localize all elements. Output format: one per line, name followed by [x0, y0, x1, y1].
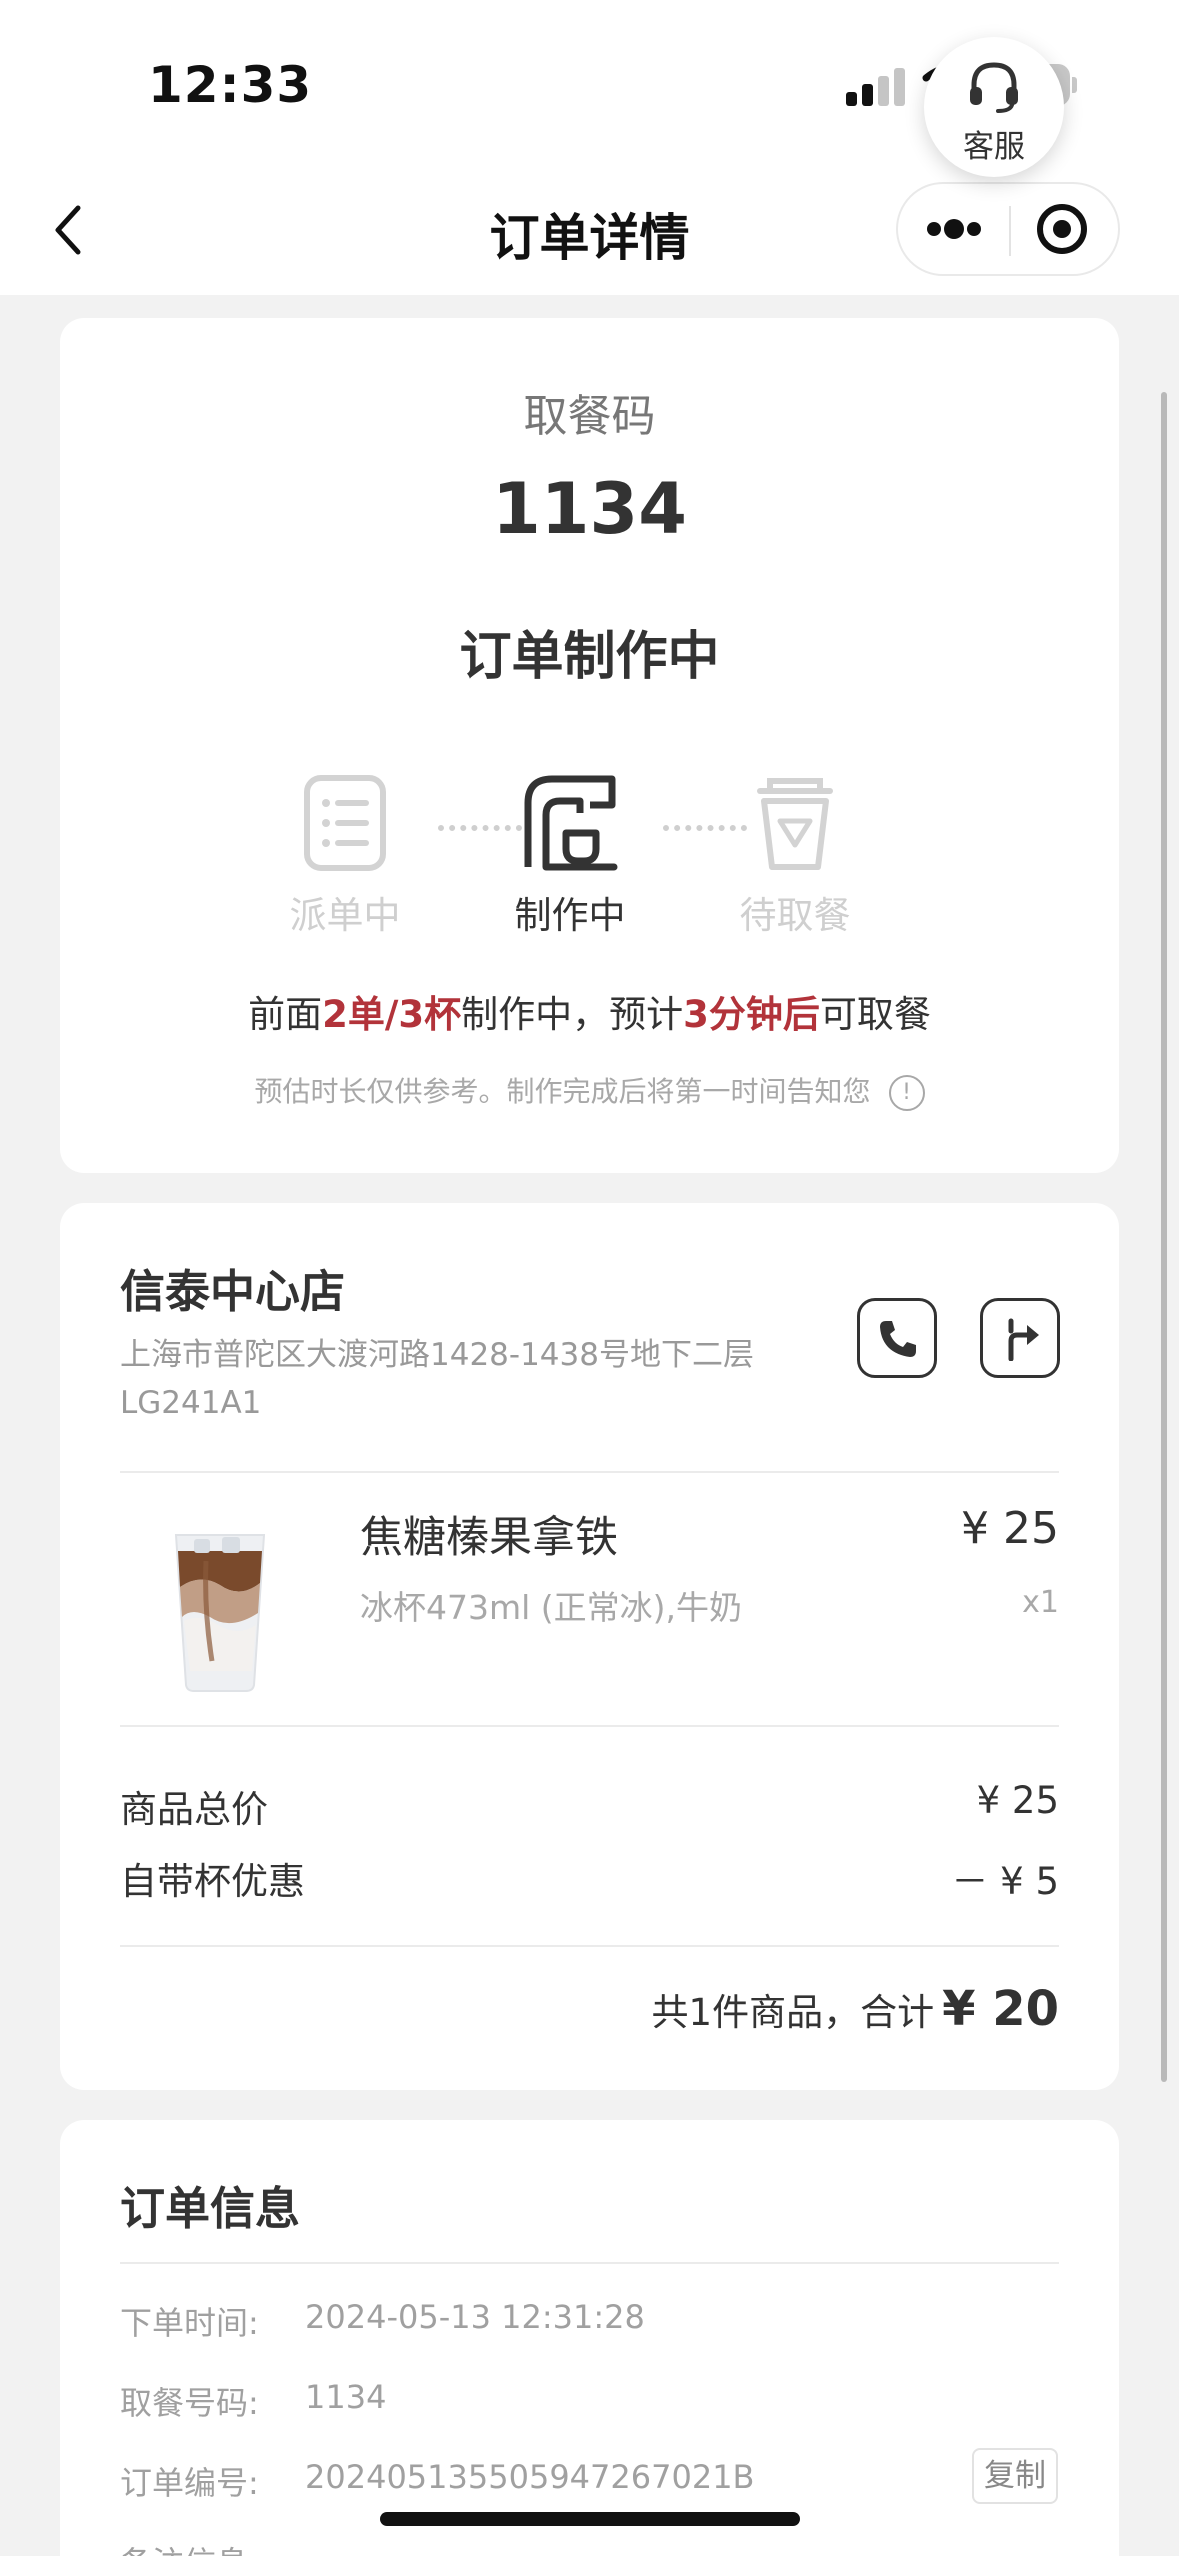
- step-label: 派单中: [289, 894, 401, 937]
- progress-suffix: 可取餐: [819, 993, 931, 1036]
- status-time: 12:33: [148, 56, 313, 114]
- pickup-number-value: 1134: [305, 2378, 387, 2416]
- capsule-divider: [1009, 206, 1011, 256]
- order-status: 订单制作中: [459, 627, 720, 687]
- clipboard-icon: [304, 775, 386, 871]
- discount-label: 自带杯优惠: [120, 1860, 305, 1903]
- nav-bar: 订单详情: [0, 160, 1179, 295]
- divider: [120, 1725, 1059, 1727]
- queue-count: 2单/3杯: [322, 993, 462, 1036]
- estimate-note: 预估时长仅供参考。制作完成后将第一时间告知您!: [60, 1070, 1119, 1111]
- step-making: 制作中: [490, 773, 650, 939]
- discount-value: － ¥ 5: [951, 1860, 1059, 1903]
- order-total: 共1件商品，合计 ¥ 20: [652, 1981, 1059, 2037]
- step-dispatching: 派单中: [265, 773, 425, 939]
- step-label: 制作中: [514, 894, 626, 937]
- navigate-store-button[interactable]: [980, 1298, 1060, 1378]
- miniprogram-capsule: [896, 182, 1120, 276]
- phone-icon: [880, 1321, 916, 1357]
- progress-mid: 制作中，预计: [461, 993, 684, 1036]
- pickup-number-label: 取餐号码:: [120, 2384, 259, 2422]
- product-price: ¥ 25: [961, 1503, 1059, 1554]
- subtotal-label: 商品总价: [120, 1788, 268, 1831]
- divider: [120, 1471, 1059, 1473]
- cup-icon: [757, 778, 833, 870]
- store-name: 信泰中心店: [120, 1265, 346, 1318]
- total-prefix: 共1件商品，合计: [651, 1991, 935, 2034]
- home-indicator[interactable]: [380, 2512, 800, 2526]
- headset-icon: [970, 62, 1018, 113]
- store-address: 上海市普陀区大渡河路1428-1438号地下二层LG241A1: [120, 1337, 754, 1421]
- order-info-card: 订单信息 下单时间: 2024-05-13 12:31:28 取餐号码: 113…: [60, 2120, 1119, 2556]
- product-image: [174, 1534, 266, 1692]
- progress-text: 前面2单/3杯制作中，预计3分钟后可取餐: [60, 984, 1119, 1038]
- step-label: 待取餐: [739, 894, 851, 937]
- divider: [120, 2262, 1059, 2264]
- total-amount: ¥ 20: [942, 1981, 1059, 2037]
- estimate-note-text: 预估时长仅供参考。制作完成后将第一时间告知您: [254, 1075, 871, 1108]
- order-time-label: 下单时间:: [120, 2304, 259, 2342]
- progress-prefix: 前面: [248, 993, 323, 1036]
- store-order-card: 信泰中心店 上海市普陀区大渡河路1428-1438号地下二层LG241A1 焦糖…: [60, 1203, 1119, 2090]
- more-icon[interactable]: [898, 184, 1008, 274]
- eta-text: 3分钟后: [683, 993, 820, 1036]
- subtotal-value: ¥ 25: [976, 1779, 1059, 1822]
- call-store-button[interactable]: [857, 1298, 937, 1378]
- order-time-value: 2024-05-13 12:31:28: [305, 2298, 645, 2336]
- cellular-signal-icon: [846, 66, 910, 106]
- scrollbar[interactable]: [1161, 392, 1167, 2082]
- copy-order-number-button[interactable]: 复制: [972, 2448, 1058, 2504]
- close-miniprogram-icon[interactable]: [1012, 184, 1118, 274]
- order-info-title: 订单信息: [120, 2182, 301, 2235]
- pickup-code-label: 取餐码: [523, 391, 656, 442]
- order-number-value: 20240513550594726702​1B: [305, 2458, 755, 2496]
- remark-label: 备注信息:: [120, 2538, 259, 2556]
- pickup-code: 1134: [492, 468, 687, 550]
- step-ready: 待取餐: [715, 773, 875, 939]
- product-name: 焦糖榛果拿铁: [360, 1513, 618, 1563]
- customer-service-button[interactable]: 客服: [924, 37, 1064, 177]
- info-icon[interactable]: !: [888, 1075, 925, 1111]
- divider: [120, 1945, 1059, 1947]
- pickup-card: 取餐码 1134 订单制作中 派单中 制作中 待取餐 前面2单/3杯制作中，预计…: [60, 318, 1119, 1173]
- order-number-label: 订单编号:: [120, 2464, 259, 2502]
- product-quantity: x1: [1022, 1585, 1059, 1620]
- coffee-machine-icon: [524, 775, 618, 871]
- product-spec: 冰杯473ml (正常冰),牛奶: [360, 1588, 743, 1627]
- customer-service-label: 客服: [963, 129, 1025, 165]
- directions-icon: [1008, 1318, 1039, 1361]
